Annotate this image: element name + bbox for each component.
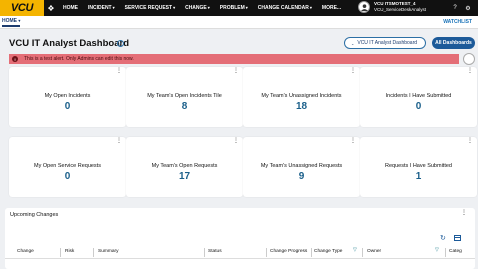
nav-change[interactable]: CHANGE▾ — [180, 0, 215, 16]
column-header-status[interactable]: Status — [208, 247, 222, 257]
tile-team-unassigned-requests[interactable]: ⋮ My Team's Unassigned Requests 9 — [243, 137, 360, 197]
tile-team-unassigned-incidents[interactable]: ⋮ My Team's Unassigned Incidents 18 — [243, 67, 360, 127]
tile-value: 1 — [415, 171, 422, 182]
alert-banner: ! This is a test alert. Only Admins can … — [9, 54, 459, 64]
table-layout-icon[interactable] — [454, 235, 461, 241]
tile-value: 8 — [181, 101, 188, 112]
nav-problem[interactable]: PROBLEM▾ — [215, 0, 253, 16]
more-vert-icon[interactable]: ⋮ — [116, 138, 122, 144]
column-divider — [266, 248, 267, 257]
user-role: VCU_ServiceDeskAnalyst — [374, 7, 427, 12]
nav-incident[interactable]: INCIDENT▾ — [83, 0, 120, 16]
column-divider — [311, 248, 312, 257]
more-vert-icon[interactable]: ⋮ — [350, 68, 356, 74]
vcu-logo[interactable]: VCU — [0, 0, 44, 16]
tile-label: My Open Incidents — [44, 93, 91, 99]
chevron-down-icon: ▾ — [18, 18, 21, 23]
column-header-change-progress[interactable]: Change Progress — [270, 247, 307, 257]
column-divider — [362, 248, 363, 257]
more-vert-icon[interactable]: ⋮ — [233, 138, 239, 144]
tile-label: Requests I Have Submitted — [385, 163, 452, 169]
top-nav-bar: VCU ❖ HOME INCIDENT▾ SERVICE REQUEST▾ CH… — [0, 0, 478, 16]
tile-label: My Team's Open Incidents Tile — [147, 93, 222, 99]
tile-my-open-service-requests[interactable]: ⋮ My Open Service Requests 0 — [9, 137, 126, 197]
user-icon — [360, 3, 368, 11]
alert-text: This is a test alert. Only Admins can ed… — [24, 56, 134, 62]
tile-team-open-incidents[interactable]: ⋮ My Team's Open Incidents Tile 8 — [126, 67, 243, 127]
alert-icon: ! — [12, 56, 18, 62]
tab-bar: HOME ▾ WATCHLIST — [0, 16, 478, 29]
tile-value: 0 — [64, 101, 71, 112]
column-header-category[interactable]: Categ — [449, 247, 462, 257]
tile-label: My Team's Open Requests — [151, 163, 218, 169]
column-divider — [204, 248, 205, 257]
page-title: VCU IT Analyst Dashboard — [9, 38, 130, 49]
nav-more[interactable]: MORE... — [317, 0, 346, 16]
user-menu[interactable]: VCU ITSMOTEST_4 VCU_ServiceDeskAnalyst — [358, 1, 426, 13]
tile-my-open-incidents[interactable]: ⋮ My Open Incidents 0 — [9, 67, 126, 127]
check-circle-icon[interactable]: ✓ — [117, 40, 124, 47]
tile-team-open-requests[interactable]: ⋮ My Team's Open Requests 17 — [126, 137, 243, 197]
tile-label: My Open Service Requests — [34, 163, 101, 169]
nav-service-request[interactable]: SERVICE REQUEST▾ — [120, 0, 180, 16]
more-vert-icon[interactable]: ⋮ — [116, 68, 122, 74]
dashboard-selector[interactable]: ⌄ VCU IT Analyst Dashboard — [344, 37, 426, 49]
more-vert-icon[interactable]: ⋮ — [467, 138, 473, 144]
tile-incidents-submitted[interactable]: ⋮ Incidents I Have Submitted 0 — [360, 67, 477, 127]
all-dashboards-button[interactable]: All Dashboards — [432, 37, 475, 49]
nav-home[interactable]: HOME — [58, 0, 83, 16]
column-header-summary[interactable]: Summary — [98, 247, 119, 257]
avatar — [358, 1, 370, 13]
loading-indicator — [463, 53, 475, 65]
column-header-owner[interactable]: Owner — [367, 247, 381, 257]
tab-home[interactable]: HOME ▾ — [2, 18, 21, 27]
cube-icon[interactable]: ❖ — [44, 0, 58, 16]
tile-value: 9 — [298, 171, 305, 182]
refresh-icon[interactable]: ↻ — [440, 234, 446, 242]
panel-title: Upcoming Changes — [10, 212, 59, 218]
settings-icon[interactable]: ⚙ — [463, 2, 473, 14]
column-divider — [93, 248, 94, 257]
tile-value: 17 — [178, 171, 191, 182]
tile-requests-submitted[interactable]: ⋮ Requests I Have Submitted 1 — [360, 137, 477, 197]
tile-label: My Team's Unassigned Requests — [260, 163, 343, 169]
question-icon[interactable]: ? — [450, 2, 460, 14]
more-vert-icon[interactable]: ⋮ — [233, 68, 239, 74]
upcoming-changes-panel: Upcoming Changes ⋮ ↻ Change Risk Summary… — [5, 208, 475, 269]
nav-change-calendar[interactable]: CHANGE CALENDAR▾ — [253, 0, 317, 16]
column-header-risk[interactable]: Risk — [65, 247, 74, 257]
logo-text: VCU — [10, 2, 34, 14]
tile-label: My Team's Unassigned Incidents — [261, 93, 342, 99]
chevron-down-icon: ⌄ — [351, 40, 355, 46]
filter-icon[interactable]: ▽ — [353, 247, 357, 253]
tile-label: Incidents I Have Submitted — [385, 93, 452, 99]
watchlist-link[interactable]: WATCHLIST — [443, 19, 472, 25]
column-header-change[interactable]: Change — [17, 247, 34, 257]
more-vert-icon[interactable]: ⋮ — [461, 210, 467, 216]
column-header-change-type[interactable]: Change Type — [314, 247, 342, 257]
column-divider — [445, 248, 446, 257]
tile-value: 0 — [64, 171, 71, 182]
tile-value: 18 — [295, 101, 308, 112]
filter-icon[interactable]: ▽ — [435, 247, 439, 253]
column-divider — [60, 248, 61, 257]
table-divider — [5, 258, 475, 259]
more-vert-icon[interactable]: ⋮ — [350, 138, 356, 144]
tile-value: 0 — [415, 101, 422, 112]
more-vert-icon[interactable]: ⋮ — [467, 68, 473, 74]
